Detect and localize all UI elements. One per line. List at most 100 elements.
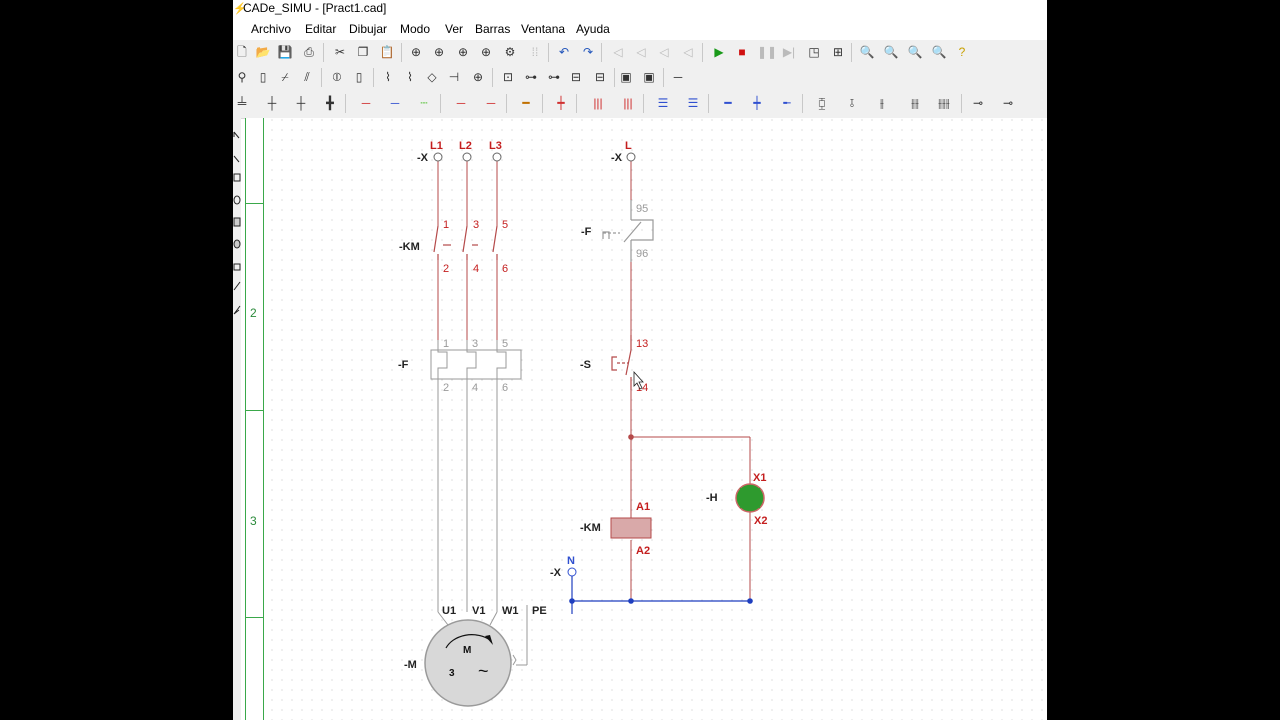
plug-1-icon[interactable]: ⊸ — [969, 94, 987, 112]
control-terminal-l[interactable]: L -X — [611, 140, 636, 164]
copy-icon[interactable]: ❐ — [354, 43, 372, 61]
junction-2-icon[interactable]: ┼ — [263, 94, 281, 112]
pilot-lamp[interactable]: X1 X2 -H — [706, 472, 767, 527]
neutral-3-icon[interactable]: ╾ — [778, 94, 796, 112]
wire-icon[interactable]: ⚙ — [501, 43, 519, 61]
play-icon[interactable]: ▶ — [710, 43, 728, 61]
cable-5-icon[interactable]: ⫲⫲⫲ — [931, 94, 957, 112]
sensor-icon[interactable]: ◇ — [423, 68, 441, 86]
breaker-icon[interactable]: ⦶ — [328, 68, 346, 86]
menu-editar[interactable]: Editar — [305, 22, 336, 36]
align-left-icon[interactable]: ◁ — [609, 43, 627, 61]
fuse-icon[interactable]: ▯ — [254, 68, 272, 86]
motor-icon[interactable]: ⊡ — [499, 68, 517, 86]
pause-icon[interactable]: ❚❚ — [757, 43, 777, 61]
relay-icon[interactable]: ▯ — [350, 68, 368, 86]
menu-barras[interactable]: Barras — [475, 22, 510, 36]
wire-cross-icon[interactable]: ┿ — [552, 94, 570, 112]
control-terminal-n[interactable]: N -X — [550, 555, 577, 579]
plc-input-icon[interactable]: ▣ — [617, 68, 635, 86]
wire-red-icon[interactable]: ─ — [357, 94, 375, 112]
cable-1-icon[interactable]: ⧮ — [813, 94, 831, 112]
neutral-2-icon[interactable]: ┿ — [748, 94, 766, 112]
menu-modo[interactable]: Modo — [400, 22, 430, 36]
open-folder-icon[interactable]: 📂 — [254, 43, 272, 61]
main-toolbar: 🗋 📂 💾 ⎙ ✂ ❐ 📋 ⊕ ⊕ ⊕ ⊕ ⚙ ⁞⁞ ↶ ↷ ◁ ◁ ◁ ◁ ▶… — [233, 40, 1047, 66]
switch-icon[interactable]: ⌿ — [276, 68, 294, 86]
contact-nc-icon[interactable]: ⌇ — [401, 68, 419, 86]
left-ruler: 2 3 — [245, 118, 264, 720]
align-center-icon[interactable]: ◁ — [632, 43, 650, 61]
print-icon[interactable]: ⎙ — [300, 43, 318, 61]
contact-no-icon[interactable]: ⌇ — [379, 68, 397, 86]
capacitor-icon[interactable]: ⊶ — [545, 68, 563, 86]
save-icon[interactable]: 💾 — [276, 43, 294, 61]
wire-l3-icon[interactable]: ━ — [517, 94, 535, 112]
wire-l1-icon[interactable]: ─ — [452, 94, 470, 112]
cable-3-icon[interactable]: ⫲ — [873, 94, 891, 112]
cable-2-icon[interactable]: ⫱ — [843, 94, 861, 112]
simulate-icon[interactable]: ◁ — [679, 43, 697, 61]
align-right-icon[interactable]: ◁ — [655, 43, 673, 61]
resistor-icon[interactable]: ⊶ — [522, 68, 540, 86]
zoom-out-icon[interactable]: 🔍 — [882, 43, 900, 61]
bus-h-icon[interactable]: ☰ — [654, 94, 672, 112]
new-file-icon[interactable]: 🗋 — [233, 43, 251, 61]
grid-icon[interactable]: ⁞⁞ — [526, 43, 544, 61]
terminal-tag: -X — [417, 152, 429, 164]
undo-icon[interactable]: ↶ — [555, 43, 573, 61]
view-icon[interactable]: ◳ — [805, 43, 823, 61]
wire-green-icon[interactable]: ┄ — [415, 94, 433, 112]
menu-archivo[interactable]: Archivo — [251, 22, 291, 36]
zoom-fit-icon[interactable]: 🔍 — [906, 43, 924, 61]
terminal-label-l1: L1 — [430, 140, 443, 152]
help-icon[interactable]: ? — [953, 43, 971, 61]
find-icon[interactable]: ⊕ — [454, 43, 472, 61]
coil-icon[interactable]: ⊣ — [445, 68, 463, 86]
junction-4-icon[interactable]: ╋ — [321, 94, 339, 112]
zoom-in-icon[interactable]: 🔍 — [858, 43, 876, 61]
timer-icon[interactable]: ⊕ — [469, 68, 487, 86]
menu-ventana[interactable]: Ventana — [521, 22, 565, 36]
zoom-page-icon[interactable]: ⊕ — [407, 43, 425, 61]
zoom-window-icon[interactable]: 🔍 — [930, 43, 948, 61]
step-icon[interactable]: ▶| — [780, 43, 798, 61]
neutral-1-icon[interactable]: ━ — [719, 94, 737, 112]
relay-number: 2 — [443, 382, 449, 394]
print-preview-icon[interactable]: ⊕ — [430, 43, 448, 61]
terminal-icon[interactable]: ⚲ — [233, 68, 251, 86]
junction-1-icon[interactable]: ╧ — [233, 94, 251, 112]
motor[interactable]: U1 V1 W1 PE M 3 ~ -M — [404, 605, 547, 707]
paste-icon[interactable]: 📋 — [378, 43, 396, 61]
lamp-terminal: X2 — [754, 515, 767, 527]
wire-l2-icon[interactable]: ─ — [482, 94, 500, 112]
power-terminals[interactable]: L1 L2 L3 -X — [417, 140, 502, 164]
thermal-relay[interactable]: -F 1 3 5 2 4 6 — [398, 338, 522, 394]
junction-3-icon[interactable]: ┼ — [292, 94, 310, 112]
cut-icon[interactable]: ✂ — [331, 43, 349, 61]
menu-ver[interactable]: Ver — [445, 22, 463, 36]
indicator-icon[interactable]: ⊟ — [567, 68, 585, 86]
sheet-icon[interactable]: ⊞ — [829, 43, 847, 61]
redo-icon[interactable]: ↷ — [579, 43, 597, 61]
drawing-tools-icons[interactable] — [233, 118, 241, 328]
component-icon[interactable]: ⊕ — [477, 43, 495, 61]
line-icon[interactable]: ─ — [669, 68, 687, 86]
plc-output-icon[interactable]: ▣ — [640, 68, 658, 86]
wire-blue-icon[interactable]: ─ — [386, 94, 404, 112]
cable-4-icon[interactable]: ⫲⫲ — [903, 94, 927, 112]
drawing-canvas[interactable]: L1 L2 L3 -X -KM 1 3 5 2 4 6 -F 1 3 5 2 4… — [264, 118, 1047, 720]
bus-hb-icon[interactable]: ☰ — [684, 94, 702, 112]
stop-icon[interactable]: ■ — [733, 43, 751, 61]
thermal-nc-contact[interactable]: 95 96 -F — [581, 200, 654, 262]
lamp-icon[interactable]: ⊟ — [591, 68, 609, 86]
contactor-coil[interactable]: A1 A2 -KM — [580, 501, 652, 557]
contactor-power-contacts[interactable]: -KM 1 3 5 2 4 6 — [399, 219, 508, 275]
bus-3-icon[interactable]: ||| — [589, 94, 607, 112]
menu-ayuda[interactable]: Ayuda — [576, 22, 610, 36]
plug-2-icon[interactable]: ⊸ — [999, 94, 1017, 112]
neutral-bus[interactable] — [571, 576, 750, 614]
bus-3b-icon[interactable]: ||| — [619, 94, 637, 112]
three-pole-switch-icon[interactable]: ⫽ — [298, 68, 316, 86]
menu-dibujar[interactable]: Dibujar — [349, 22, 387, 36]
